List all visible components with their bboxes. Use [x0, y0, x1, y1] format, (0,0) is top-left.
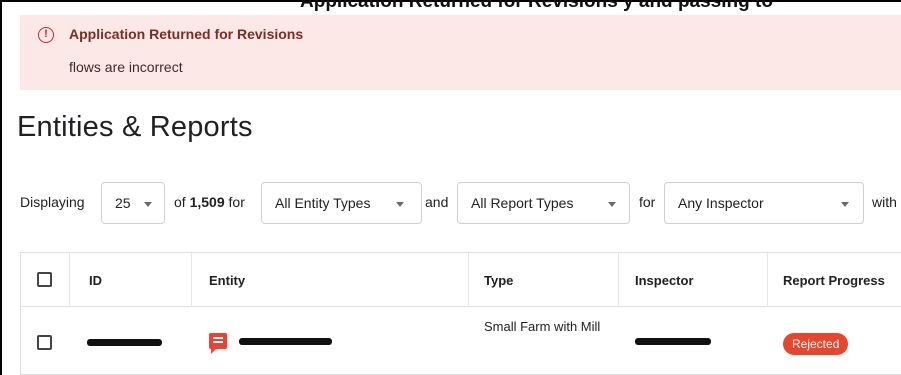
comment-icon[interactable]: [209, 333, 227, 354]
page-size-select[interactable]: 25: [101, 182, 165, 224]
inspector-value: Any Inspector: [678, 195, 764, 211]
column-divider: [191, 253, 192, 308]
entity-type-value: All Entity Types: [275, 195, 371, 211]
chevron-down-icon: [396, 202, 404, 207]
entity-type-select[interactable]: All Entity Types: [261, 182, 422, 224]
column-divider: [767, 253, 768, 308]
row-type: Small Farm with Mill: [484, 319, 601, 334]
alert-title: Application Returned for Revisions: [69, 26, 304, 42]
column-divider: [618, 253, 619, 308]
revision-alert: ! Application Returned for Revisions flo…: [20, 15, 901, 90]
total-count-text: of 1,509 for: [174, 194, 245, 210]
inspector-select[interactable]: Any Inspector: [664, 182, 864, 224]
row-checkbox[interactable]: [37, 335, 52, 350]
header-inspector[interactable]: Inspector: [635, 273, 694, 288]
redacted-entity-name[interactable]: [239, 338, 332, 345]
chevron-down-icon: [841, 202, 849, 207]
redacted-id: [87, 339, 162, 346]
filter-row: Displaying 25 of 1,509 for All Entity Ty…: [0, 182, 901, 224]
displaying-label: Displaying: [20, 194, 85, 210]
header-entity[interactable]: Entity: [209, 273, 245, 288]
header-type[interactable]: Type: [484, 273, 513, 288]
column-divider: [468, 253, 469, 308]
chevron-down-icon: [144, 202, 152, 207]
alert-message: flows are incorrect: [69, 59, 183, 75]
report-type-select[interactable]: All Report Types: [457, 182, 630, 224]
select-all-checkbox[interactable]: [37, 272, 52, 287]
table-row[interactable]: Small Farm with Mill Rejected: [20, 307, 901, 375]
report-type-value: All Report Types: [471, 195, 574, 211]
alert-circle-icon: !: [38, 27, 54, 43]
page-title: Entities & Reports: [17, 111, 253, 143]
for-label: for: [639, 194, 656, 210]
status-badge: Rejected: [783, 333, 849, 355]
column-divider: [69, 253, 70, 308]
header-report-progress[interactable]: Report Progress: [783, 273, 885, 288]
top-banner-text: Application Returned for Revisions y and…: [300, 0, 773, 12]
and-label: and: [425, 194, 449, 210]
trailing-with-text: with: [872, 194, 897, 210]
page-size-value: 25: [115, 195, 131, 211]
redacted-inspector: [635, 338, 711, 345]
table-header: ID Entity Type Inspector Report Progress: [20, 252, 901, 308]
header-id[interactable]: ID: [89, 273, 102, 288]
chevron-down-icon: [608, 202, 616, 207]
